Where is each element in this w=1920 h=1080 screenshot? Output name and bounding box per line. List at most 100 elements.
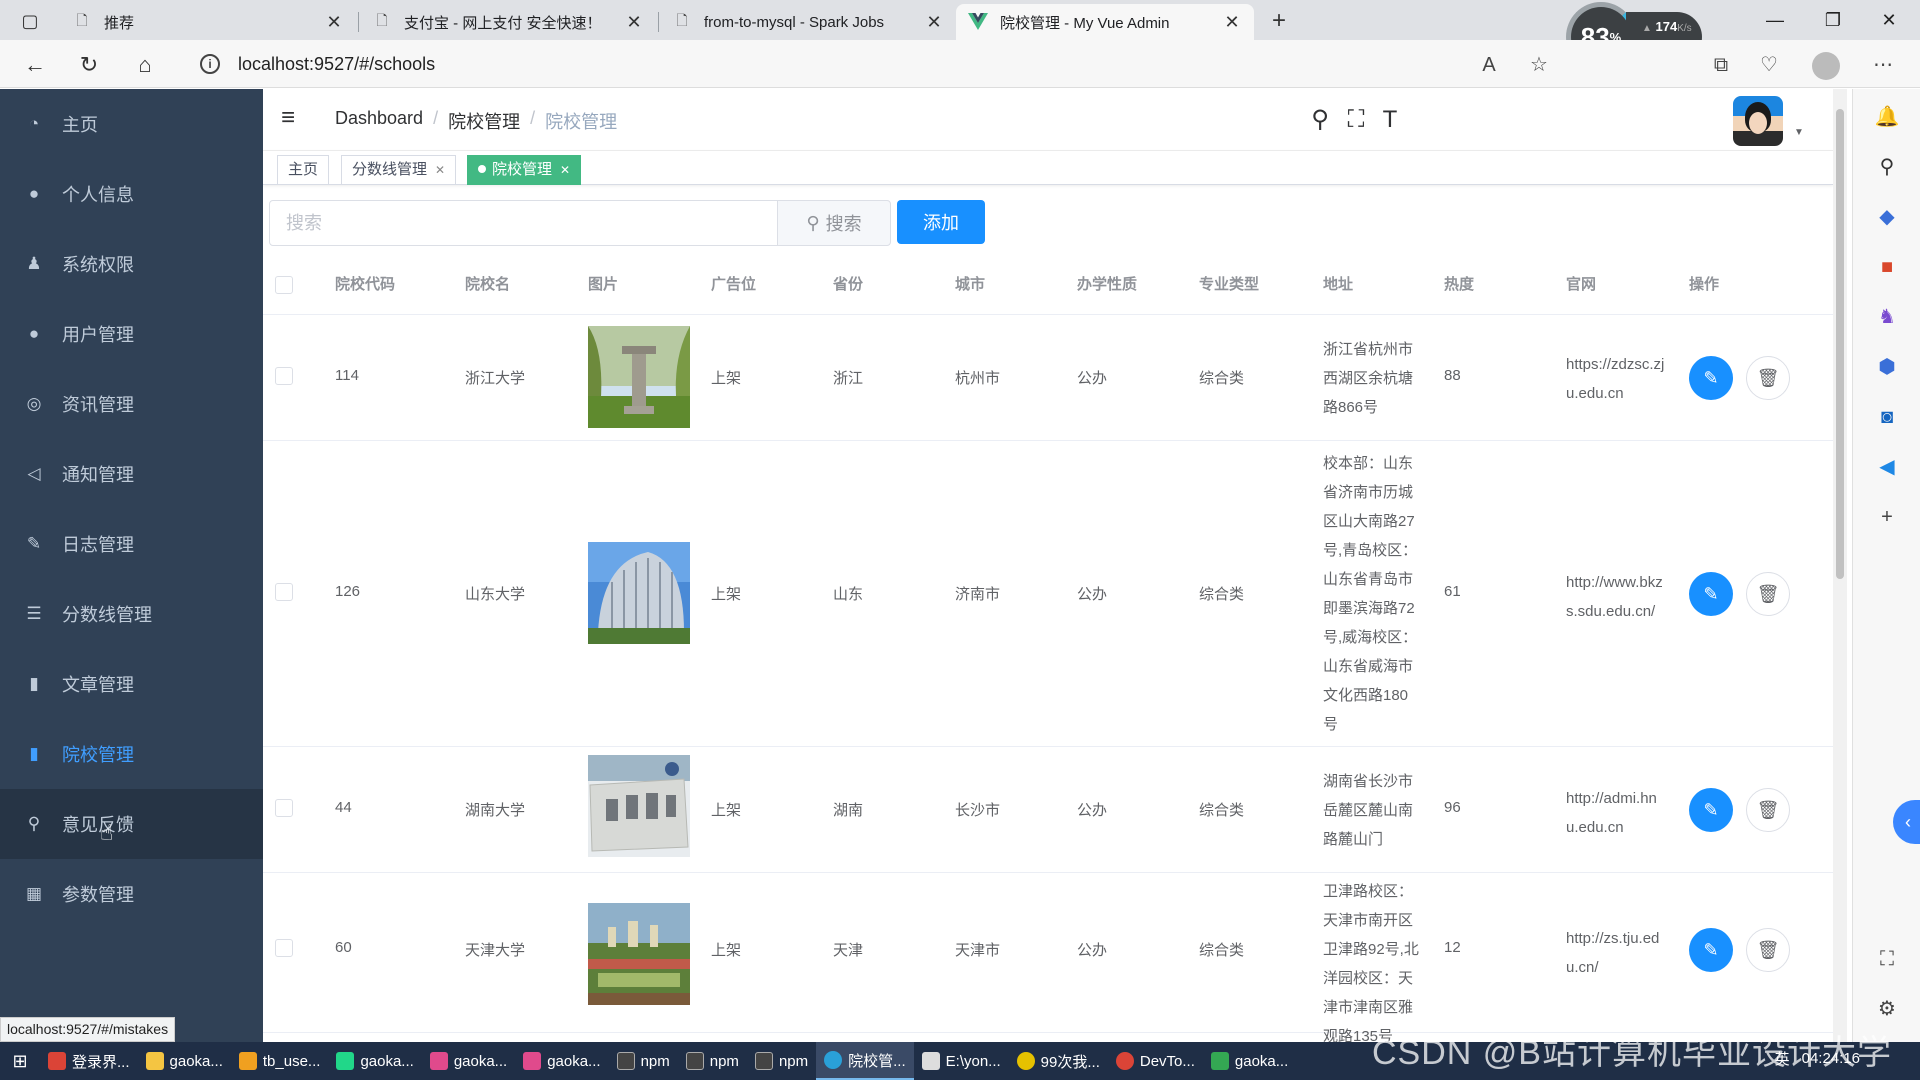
profile-avatar[interactable] bbox=[1812, 52, 1840, 80]
tag-scorelines[interactable]: 分数线管理 ✕ bbox=[341, 155, 457, 185]
close-icon[interactable]: ✕ bbox=[924, 12, 944, 33]
browser-tab-2[interactable]: 🗋 支付宝 - 网上支付 安全快速！ ✕ bbox=[360, 4, 656, 40]
close-icon[interactable]: ✕ bbox=[324, 12, 344, 33]
delete-button[interactable]: 🗑 bbox=[1746, 356, 1790, 400]
taskbar-item[interactable]: gaoka... bbox=[515, 1042, 608, 1080]
sidebar-item-permissions[interactable]: ♟ 系统权限 bbox=[0, 229, 263, 299]
drop-icon[interactable]: ◀ bbox=[1873, 453, 1901, 481]
collections-icon[interactable]: ⧉ bbox=[1706, 50, 1736, 80]
taskbar-item[interactable]: tb_use... bbox=[231, 1042, 329, 1080]
search-button[interactable]: ⚲ 搜索 bbox=[777, 200, 891, 246]
browser-essentials-icon[interactable]: ♡ bbox=[1754, 50, 1784, 80]
more-menu-icon[interactable]: ⋯ bbox=[1868, 50, 1898, 80]
games-icon[interactable]: ♞ bbox=[1873, 303, 1901, 331]
taskbar-item-active[interactable]: 院校管... bbox=[816, 1042, 914, 1080]
column-header[interactable]: 院校代码 bbox=[335, 255, 395, 315]
browser-tab-3[interactable]: 🗋 from-to-mysql - Spark Jobs ✕ bbox=[660, 4, 956, 40]
add-icon[interactable]: + bbox=[1873, 503, 1901, 531]
fullscreen-icon[interactable]: ⛶ bbox=[1341, 105, 1371, 135]
tab-actions-icon[interactable]: ▢ bbox=[12, 8, 48, 34]
column-header[interactable]: 热度 bbox=[1444, 255, 1474, 315]
edit-button[interactable]: ✎ bbox=[1689, 788, 1733, 832]
sidebar-item-scorelines[interactable]: ☰ 分数线管理 bbox=[0, 579, 263, 649]
minimize-icon[interactable]: — bbox=[1752, 4, 1798, 36]
row-checkbox[interactable] bbox=[275, 367, 293, 385]
column-header[interactable]: 院校名 bbox=[465, 255, 510, 315]
sidebar-item-schools[interactable]: ▮ 院校管理 bbox=[0, 719, 263, 789]
column-header[interactable]: 图片 bbox=[588, 255, 618, 315]
edit-button[interactable]: ✎ bbox=[1689, 928, 1733, 972]
column-header[interactable]: 地址 bbox=[1323, 255, 1353, 315]
close-icon[interactable]: ✕ bbox=[435, 163, 445, 177]
screenshot-icon[interactable]: ⛶ bbox=[1873, 945, 1901, 973]
sidebar-item-logs[interactable]: ✎ 日志管理 bbox=[0, 509, 263, 579]
delete-button[interactable]: 🗑 bbox=[1746, 788, 1790, 832]
outlook-icon[interactable]: ◙ bbox=[1873, 403, 1901, 431]
taskbar-item[interactable]: npm bbox=[609, 1042, 678, 1080]
sidebar-item-articles[interactable]: ▮ 文章管理 bbox=[0, 649, 263, 719]
row-checkbox[interactable] bbox=[275, 799, 293, 817]
hamburger-icon[interactable]: ≡ bbox=[281, 106, 305, 131]
new-tab-button[interactable]: + bbox=[1264, 6, 1294, 36]
delete-button[interactable]: 🗑 bbox=[1746, 572, 1790, 616]
add-button[interactable]: 添加 bbox=[897, 200, 985, 244]
sidebar-item-users[interactable]: ● 用户管理 bbox=[0, 299, 263, 369]
taskbar-item[interactable]: gaoka... bbox=[422, 1042, 515, 1080]
caret-down-icon[interactable]: ▼ bbox=[1794, 127, 1804, 138]
column-header[interactable]: 专业类型 bbox=[1199, 255, 1259, 315]
office-icon[interactable]: ⬢ bbox=[1873, 353, 1901, 381]
refresh-icon[interactable]: ↻ bbox=[72, 48, 106, 82]
column-header[interactable]: 省份 bbox=[833, 255, 863, 315]
taskbar-item[interactable]: gaoka... bbox=[328, 1042, 421, 1080]
taskbar-item[interactable]: E:\yon... bbox=[914, 1042, 1009, 1080]
taskbar-item[interactable]: 99次我... bbox=[1009, 1042, 1108, 1080]
scrollbar-thumb[interactable] bbox=[1836, 109, 1844, 579]
close-icon[interactable]: ✕ bbox=[560, 163, 570, 177]
sidebar-item-news[interactable]: ◎ 资讯管理 bbox=[0, 369, 263, 439]
taskbar-item[interactable]: gaoka... bbox=[1203, 1042, 1296, 1080]
edit-button[interactable]: ✎ bbox=[1689, 356, 1733, 400]
sidebar-item-home[interactable]: ◔ 主页 bbox=[0, 89, 263, 159]
browser-tab-1[interactable]: 🗋 推荐 ✕ bbox=[60, 4, 356, 40]
font-size-icon[interactable]: T bbox=[1375, 105, 1405, 135]
column-header[interactable]: 办学性质 bbox=[1077, 255, 1137, 315]
search-icon[interactable]: ⚲ bbox=[1873, 153, 1901, 181]
close-window-icon[interactable]: ✕ bbox=[1866, 4, 1912, 36]
search-icon[interactable]: ⚲ bbox=[1305, 105, 1335, 135]
restore-icon[interactable]: ❐ bbox=[1810, 4, 1856, 36]
tag-icon[interactable]: ◆ bbox=[1873, 203, 1901, 231]
taskbar-item[interactable]: gaoka... bbox=[138, 1042, 231, 1080]
windows-start-icon[interactable]: ⊞ bbox=[0, 1042, 40, 1080]
breadcrumb-item[interactable]: Dashboard bbox=[335, 108, 423, 134]
sidebar-item-profile[interactable]: ● 个人信息 bbox=[0, 159, 263, 229]
sidebar-item-feedback[interactable]: ⚲ 意见反馈 bbox=[0, 789, 263, 859]
home-icon[interactable]: ⌂ bbox=[128, 48, 162, 82]
column-header[interactable]: 操作 bbox=[1689, 255, 1719, 315]
favorite-star-icon[interactable]: ☆ bbox=[1524, 50, 1554, 80]
taskbar-item[interactable]: DevTo... bbox=[1108, 1042, 1203, 1080]
bell-icon[interactable]: 🔔 bbox=[1873, 103, 1901, 131]
settings-gear-icon[interactable]: ⚙ bbox=[1873, 995, 1901, 1023]
breadcrumb-item[interactable]: 院校管理 bbox=[448, 108, 520, 134]
row-checkbox[interactable] bbox=[275, 939, 293, 957]
search-input[interactable]: 搜索 bbox=[269, 200, 783, 246]
column-header[interactable]: 城市 bbox=[955, 255, 985, 315]
site-info-icon[interactable]: i bbox=[200, 54, 220, 74]
column-header[interactable]: 广告位 bbox=[711, 255, 756, 315]
url-field[interactable]: i localhost:9527/#/schools bbox=[180, 46, 1520, 82]
read-aloud-icon[interactable]: A bbox=[1474, 50, 1504, 80]
taskbar-item[interactable]: npm bbox=[678, 1042, 747, 1080]
sidebar-item-notices[interactable]: ◁ 通知管理 bbox=[0, 439, 263, 509]
page-scrollbar[interactable] bbox=[1833, 89, 1847, 1042]
taskbar-item[interactable]: npm bbox=[747, 1042, 816, 1080]
select-all-checkbox[interactable] bbox=[275, 276, 293, 294]
column-header[interactable]: 官网 bbox=[1566, 255, 1596, 315]
close-icon[interactable]: ✕ bbox=[1222, 12, 1242, 33]
toolbox-icon[interactable]: ■ bbox=[1873, 253, 1901, 281]
edit-button[interactable]: ✎ bbox=[1689, 572, 1733, 616]
close-icon[interactable]: ✕ bbox=[624, 12, 644, 33]
browser-tab-active[interactable]: 院校管理 - My Vue Admin ✕ bbox=[956, 4, 1254, 40]
tag-schools[interactable]: 院校管理 ✕ bbox=[467, 155, 582, 185]
delete-button[interactable]: 🗑 bbox=[1746, 928, 1790, 972]
user-avatar[interactable] bbox=[1733, 96, 1783, 146]
